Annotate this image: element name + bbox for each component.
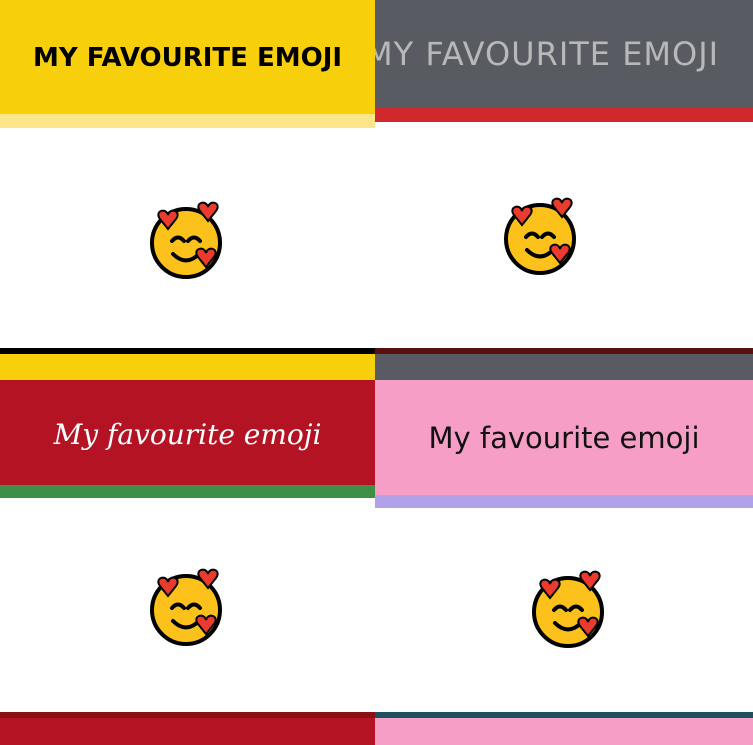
card-3-title: My favourite emoji [53,417,322,451]
card-3-stripe [0,485,375,498]
smiling-face-with-hearts-icon [146,201,226,281]
card-1-stripe [0,114,375,128]
smiling-face-with-hearts-icon [146,568,226,648]
card-4-title: My favourite emoji [428,421,700,455]
card-2-title: MY FAVOURITE EMOJI [375,35,720,73]
card-3-bottom-band [0,718,375,745]
card-2-stripe [375,108,753,122]
card-1-title: MY FAVOURITE EMOJI [32,43,343,73]
smiling-face-with-hearts-icon [500,197,580,277]
card-4-top-band [375,354,753,380]
card-4-bottom-band [375,718,753,745]
card-3-top-band [0,354,375,380]
smiling-face-with-hearts-icon [528,570,608,650]
card-4-stripe [375,495,753,508]
